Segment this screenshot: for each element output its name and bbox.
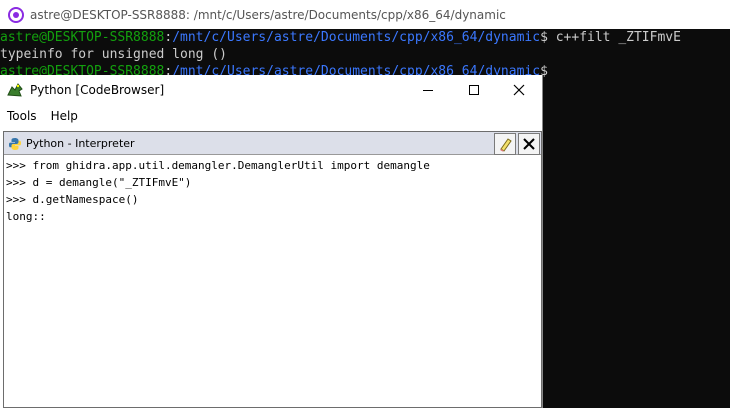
- close-panel-button[interactable]: [518, 133, 540, 155]
- ghidra-dragon-icon: [6, 81, 24, 99]
- minimize-icon: [423, 89, 433, 91]
- maximize-icon: [469, 84, 479, 95]
- clear-button[interactable]: [494, 133, 516, 155]
- prompt-path: /mnt/c/Users/astre/Documents/cpp/x86_64/…: [172, 30, 541, 45]
- python-console[interactable]: >>> from ghidra.app.util.demangler.Deman…: [4, 155, 541, 407]
- close-panel-icon: [523, 138, 535, 150]
- panel-header[interactable]: Python - Interpreter: [4, 132, 541, 155]
- close-button[interactable]: [496, 75, 542, 104]
- console-line: >>> d = demangle("_ZTIFmvE"): [6, 176, 192, 189]
- terminal-penguin-icon: [8, 6, 24, 23]
- terminal-title: astre@DESKTOP-SSR8888: /mnt/c/Users/astr…: [30, 7, 506, 22]
- maximize-button[interactable]: [451, 75, 497, 104]
- ghidra-titlebar[interactable]: Python [CodeBrowser]: [0, 75, 542, 104]
- console-line: >>> d.getNamespace(): [6, 193, 139, 206]
- console-line: >>> from ghidra.app.util.demangler.Deman…: [6, 159, 430, 172]
- menu-tools[interactable]: Tools: [0, 109, 44, 123]
- ghidra-menubar: Tools Help: [0, 104, 542, 128]
- python-interpreter-panel: Python - Interpreter >>> from ghidra.app…: [3, 131, 542, 408]
- ghidra-window-title: Python [CodeBrowser]: [30, 82, 165, 97]
- prompt-user: astre@DESKTOP-SSR8888: [0, 30, 165, 45]
- terminal-line: astre@DESKTOP-SSR8888:/mnt/c/Users/astre…: [0, 29, 730, 46]
- ghidra-window[interactable]: Python [CodeBrowser] Tools Help Python -…: [0, 75, 543, 408]
- python-icon: [8, 136, 22, 150]
- console-output: long::: [6, 210, 46, 223]
- terminal-output: typeinfo for unsigned long (): [0, 47, 227, 62]
- command-text: c++filt _ZTIFmvE: [555, 30, 681, 45]
- menu-help[interactable]: Help: [44, 109, 85, 123]
- prompt-symbol: $: [540, 30, 556, 45]
- close-icon: [513, 84, 525, 95]
- clear-eraser-icon: [500, 138, 512, 152]
- minimize-button[interactable]: [405, 75, 451, 104]
- panel-title: Python - Interpreter: [26, 136, 135, 150]
- terminal-titlebar[interactable]: astre@DESKTOP-SSR8888: /mnt/c/Users/astr…: [0, 0, 730, 29]
